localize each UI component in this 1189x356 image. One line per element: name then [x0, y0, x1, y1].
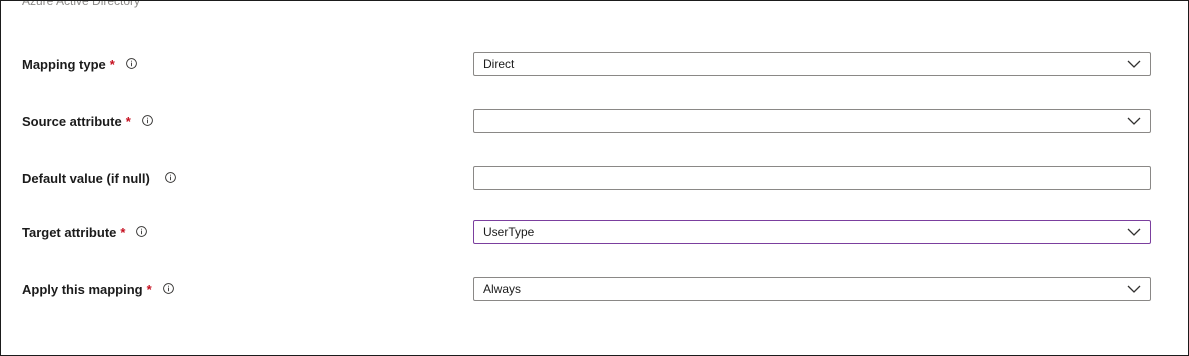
source-attribute-label-group: Source attribute * [22, 109, 153, 133]
info-icon[interactable] [162, 282, 174, 294]
default-value-textbox[interactable] [473, 166, 1151, 190]
info-icon[interactable] [125, 57, 137, 69]
default-value-row: Default value (if null) [1, 166, 1188, 190]
required-asterisk: * [120, 224, 126, 240]
info-icon[interactable] [136, 225, 148, 237]
default-value-label-group: Default value (if null) [22, 166, 176, 190]
chevron-down-icon [1127, 284, 1141, 294]
apply-mapping-value: Always [483, 282, 522, 296]
apply-mapping-dropdown[interactable]: Always [473, 277, 1151, 301]
required-asterisk: * [125, 113, 131, 129]
source-attribute-row: Source attribute * [1, 109, 1188, 133]
mapping-type-dropdown[interactable]: Direct [473, 52, 1151, 76]
default-value-label: Default value (if null) [22, 170, 150, 186]
apply-mapping-label: Apply this mapping [22, 281, 143, 297]
apply-mapping-label-group: Apply this mapping * [22, 277, 174, 301]
required-asterisk: * [146, 281, 152, 297]
mapping-type-value: Direct [483, 57, 515, 71]
chevron-down-icon [1127, 116, 1141, 126]
target-attribute-value: UserType [483, 225, 535, 239]
chevron-down-icon [1127, 227, 1141, 237]
required-asterisk: * [109, 56, 115, 72]
target-attribute-label-group: Target attribute * [22, 220, 148, 244]
mapping-type-row: Mapping type * Direct [1, 52, 1188, 76]
source-attribute-dropdown[interactable] [473, 109, 1151, 133]
info-icon[interactable] [141, 114, 153, 126]
default-value-input[interactable] [474, 167, 1150, 189]
target-attribute-dropdown[interactable]: UserType [473, 220, 1151, 244]
source-attribute-label: Source attribute [22, 113, 122, 129]
info-icon[interactable] [164, 171, 176, 183]
apply-mapping-row: Apply this mapping * Always [1, 277, 1188, 301]
chevron-down-icon [1127, 59, 1141, 69]
target-attribute-label: Target attribute [22, 224, 117, 240]
target-attribute-row: Target attribute * UserType [1, 220, 1188, 244]
section-caption: Azure Active Directory [22, 0, 141, 8]
mapping-type-label-group: Mapping type * [22, 52, 137, 76]
attribute-mapping-panel: Azure Active Directory Mapping type * Di… [0, 0, 1189, 356]
mapping-type-label: Mapping type [22, 56, 106, 72]
